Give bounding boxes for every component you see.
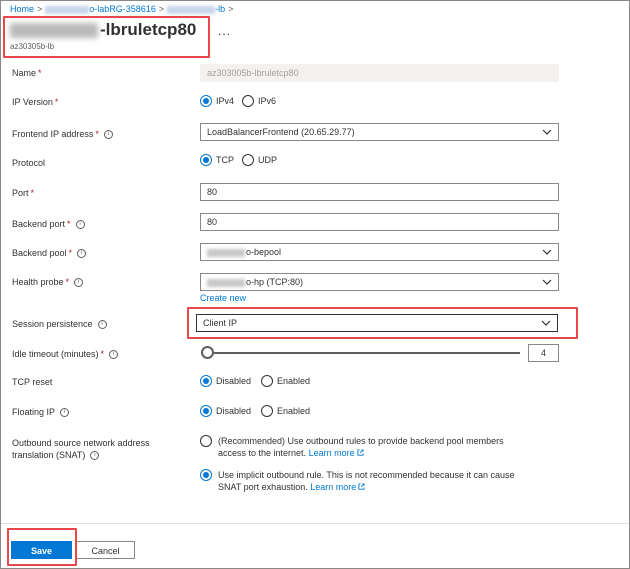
breadcrumb: Home > o-labRG-358616 > -lb >	[10, 4, 236, 16]
value-redacted	[207, 278, 245, 287]
info-icon[interactable]: i	[97, 320, 107, 330]
breadcrumb-home[interactable]: Home	[10, 4, 34, 14]
radio-selected-icon[interactable]	[200, 154, 212, 166]
idle-timeout-slider-track[interactable]	[207, 352, 520, 354]
ip-version-label: IP Version *	[12, 97, 59, 107]
title-highlight	[3, 16, 210, 58]
backend-pool-label: Backend pool * i	[12, 247, 87, 259]
breadcrumb-separator: >	[228, 4, 234, 14]
info-icon[interactable]: i	[103, 130, 113, 140]
info-icon[interactable]: i	[109, 350, 119, 360]
info-icon[interactable]: i	[60, 408, 70, 418]
tcp-reset-radio-group: Disabled Enabled	[200, 374, 318, 388]
radio-unselected-icon[interactable]	[200, 435, 212, 447]
floating-ip-label: Floating IP i	[12, 406, 70, 418]
protocol-radio-group: TCP UDP	[200, 153, 285, 167]
ip-version-radio-group: IPv4 IPv6	[200, 94, 284, 108]
idle-timeout-input[interactable]: 4	[528, 344, 559, 362]
backend-port-input[interactable]: 80	[200, 213, 559, 231]
radio-selected-icon[interactable]	[200, 375, 212, 387]
radio-selected-icon[interactable]	[200, 405, 212, 417]
snat-implicit-rule-option[interactable]: Use implicit outbound rule. This is not …	[200, 469, 550, 493]
session-persistence-highlight	[187, 307, 578, 339]
tcp-reset-disabled-option[interactable]: Disabled	[200, 375, 251, 387]
breadcrumb-load-balancer[interactable]: -lb	[215, 4, 225, 14]
external-link-icon	[358, 483, 365, 490]
protocol-label: Protocol	[12, 158, 46, 168]
floating-ip-enabled-option[interactable]: Enabled	[261, 405, 310, 417]
create-new-probe-link[interactable]: Create new	[200, 293, 246, 303]
cancel-button[interactable]: Cancel	[76, 541, 135, 559]
footer-divider	[1, 523, 629, 524]
port-input[interactable]: 80	[200, 183, 559, 201]
chevron-down-icon	[542, 129, 552, 135]
breadcrumb-redacted	[45, 5, 90, 14]
idle-timeout-label: Idle timeout (minutes) * i	[12, 348, 119, 360]
snat-outbound-rules-option[interactable]: (Recommended) Use outbound rules to prov…	[200, 435, 550, 459]
more-actions-button[interactable]: ...	[218, 24, 231, 38]
tcp-reset-enabled-option[interactable]: Enabled	[261, 375, 310, 387]
breadcrumb-separator: >	[158, 4, 165, 14]
frontend-ip-label: Frontend IP address * i	[12, 128, 113, 140]
idle-timeout-slider-thumb[interactable]	[201, 346, 214, 359]
snat-label: Outbound source network address translati…	[12, 438, 150, 461]
name-label: Name *	[12, 68, 42, 78]
save-highlight	[7, 528, 77, 566]
snat-option2-text: Use implicit outbound rule. This is not …	[218, 470, 515, 492]
breadcrumb-separator: >	[37, 4, 43, 14]
learn-more-link[interactable]: Learn more	[309, 448, 355, 458]
learn-more-link[interactable]: Learn more	[310, 482, 356, 492]
chevron-down-icon	[542, 279, 552, 285]
breadcrumb-redacted	[167, 5, 216, 14]
protocol-tcp-option[interactable]: TCP	[200, 154, 234, 166]
chevron-down-icon	[542, 249, 552, 255]
snat-option1-text: (Recommended) Use outbound rules to prov…	[218, 436, 504, 458]
radio-selected-icon[interactable]	[200, 95, 212, 107]
ip-version-ipv6-option[interactable]: IPv6	[242, 95, 276, 107]
health-probe-dropdown[interactable]: o-hp (TCP:80)	[200, 273, 559, 291]
radio-unselected-icon[interactable]	[261, 405, 274, 417]
radio-selected-icon[interactable]	[200, 469, 212, 481]
info-icon[interactable]: i	[74, 278, 84, 288]
radio-unselected-icon[interactable]	[261, 375, 274, 387]
floating-ip-disabled-option[interactable]: Disabled	[200, 405, 251, 417]
radio-unselected-icon[interactable]	[242, 154, 254, 166]
info-icon[interactable]: i	[77, 249, 87, 259]
radio-unselected-icon[interactable]	[242, 95, 255, 107]
external-link-icon	[357, 449, 364, 456]
name-field: az303005b-lbruletcp80	[200, 64, 559, 82]
value-redacted	[207, 248, 245, 257]
protocol-udp-option[interactable]: UDP	[242, 154, 277, 166]
backend-port-label: Backend port * i	[12, 218, 85, 230]
health-probe-label: Health probe * i	[12, 276, 84, 288]
info-icon[interactable]: i	[90, 451, 100, 461]
floating-ip-radio-group: Disabled Enabled	[200, 404, 318, 418]
frontend-ip-dropdown[interactable]: LoadBalancerFrontend (20.65.29.77)	[200, 123, 559, 141]
port-label: Port *	[12, 188, 35, 198]
backend-pool-dropdown[interactable]: o-bepool	[200, 243, 559, 261]
breadcrumb-resource-group[interactable]: o-labRG-358616	[89, 4, 156, 14]
ip-version-ipv4-option[interactable]: IPv4	[200, 95, 234, 107]
info-icon[interactable]: i	[75, 220, 85, 230]
tcp-reset-label: TCP reset	[12, 377, 53, 387]
session-persistence-label: Session persistence i	[12, 318, 107, 330]
